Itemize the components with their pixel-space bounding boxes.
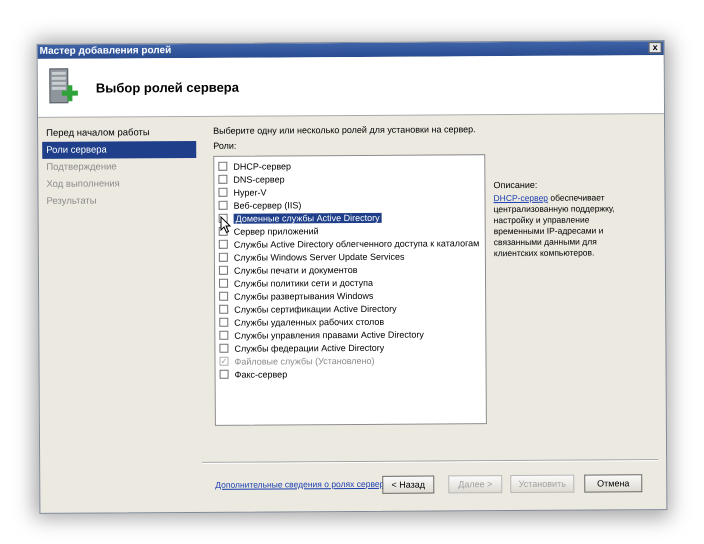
role-checkbox[interactable] — [218, 161, 228, 171]
server-add-icon — [49, 68, 78, 104]
role-checkbox[interactable] — [219, 304, 229, 314]
nav-step-before-you-begin[interactable]: Перед началом работы — [42, 124, 196, 142]
description-label: Описание: — [493, 179, 538, 191]
role-item-file-services: ✓ Файловые службы (Установлено) — [219, 355, 375, 369]
window-title: Мастер добавления ролей — [39, 45, 172, 57]
role-checkbox[interactable] — [218, 187, 228, 197]
role-item-wsus[interactable]: Службы Windows Server Update Services — [218, 251, 405, 265]
role-item-dhcp[interactable]: DHCP-сервер — [218, 160, 291, 173]
role-label: Службы управления правами Active Directo… — [234, 329, 424, 341]
description-text: DHCP-сервер обеспечивает централизованну… — [493, 192, 633, 259]
role-checkbox-checked-disabled: ✓ — [219, 356, 229, 366]
role-label: Службы Active Directory облегченного дос… — [233, 238, 480, 250]
role-checkbox[interactable] — [219, 369, 229, 379]
nav-step-confirmation: Подтверждение — [46, 161, 117, 173]
role-label: DNS-сервер — [233, 174, 285, 185]
role-checkbox[interactable] — [218, 265, 228, 275]
role-label: Службы сертификации Active Directory — [234, 303, 397, 315]
instruction-text: Выберите одну или несколько ролей для ус… — [213, 124, 476, 136]
role-checkbox[interactable] — [219, 317, 229, 327]
role-checkbox[interactable] — [218, 174, 228, 184]
role-item-ad-ds[interactable]: Доменные службы Active Directory — [218, 212, 382, 226]
add-roles-wizard-window: Мастер добавления ролей x Выбор ролей се… — [36, 40, 668, 514]
role-item-nps[interactable]: Службы политики сети и доступа — [219, 277, 373, 291]
role-item-ad-lds[interactable]: Службы Active Directory облегченного дос… — [218, 237, 480, 252]
role-checkbox[interactable] — [218, 200, 228, 210]
cancel-button[interactable]: Отмена — [584, 474, 643, 493]
wizard-steps-nav: Перед началом работы Роли сервера Подтве… — [42, 124, 197, 210]
role-label-highlighted: Доменные службы Active Directory — [233, 212, 382, 224]
role-item-print[interactable]: Службы печати и документов — [218, 264, 358, 278]
wizard-header: Выбор ролей сервера — [37, 55, 665, 118]
role-label: Службы удаленных рабочих столов — [234, 316, 385, 328]
role-item-ad-cs[interactable]: Службы сертификации Active Directory — [219, 303, 397, 317]
role-label: Файловые службы (Установлено) — [234, 355, 375, 367]
role-item-iis[interactable]: Веб-сервер (IIS) — [218, 199, 302, 213]
button-divider — [202, 459, 659, 464]
role-label: Службы федерации Active Directory — [234, 342, 385, 354]
roles-list[interactable]: DHCP-сервер DNS-сервер Hyper-V Веб-серве… — [213, 154, 487, 426]
install-button: Установить — [510, 474, 575, 494]
description-link[interactable]: DHCP-сервер — [493, 193, 548, 203]
role-item-hyper-v[interactable]: Hyper-V — [218, 187, 267, 200]
role-checkbox[interactable] — [219, 343, 229, 353]
role-item-dns[interactable]: DNS-сервер — [218, 173, 285, 186]
roles-content: Выберите одну или несколько ролей для ус… — [213, 123, 665, 490]
mouse-cursor-icon — [220, 216, 232, 234]
role-label: Службы Windows Server Update Services — [233, 251, 405, 263]
role-label: Веб-сервер (IIS) — [233, 200, 302, 211]
role-label: Сервер приложений — [233, 226, 319, 237]
role-label: Службы печати и документов — [233, 264, 358, 276]
role-checkbox[interactable] — [219, 330, 229, 340]
role-label: DHCP-сервер — [233, 161, 292, 172]
role-item-fax[interactable]: Факс-сервер — [219, 368, 288, 381]
role-item-ad-rms[interactable]: Службы управления правами Active Directo… — [219, 329, 424, 343]
roles-label: Роли: — [213, 140, 237, 151]
role-checkbox[interactable] — [219, 291, 229, 301]
more-info-link[interactable]: Дополнительные сведения о ролях сервера — [215, 479, 389, 490]
next-button: Далее > — [448, 475, 503, 494]
role-item-ad-fs[interactable]: Службы федерации Active Directory — [219, 342, 384, 356]
role-item-rds[interactable]: Службы удаленных рабочих столов — [219, 316, 384, 330]
close-button[interactable]: x — [648, 42, 662, 54]
nav-step-results: Результаты — [46, 195, 97, 207]
role-label: Hyper-V — [233, 187, 267, 198]
role-label: Службы политики сети и доступа — [234, 277, 373, 289]
role-item-wds[interactable]: Службы развертывания Windows — [219, 290, 373, 304]
role-checkbox[interactable] — [218, 239, 228, 249]
role-checkbox[interactable] — [219, 278, 229, 288]
role-item-app-server[interactable]: Сервер приложений — [218, 225, 319, 239]
nav-step-progress: Ход выполнения — [46, 178, 120, 190]
role-label: Службы развертывания Windows — [234, 290, 374, 302]
role-checkbox[interactable] — [218, 252, 228, 262]
back-button[interactable]: < Назад — [382, 475, 435, 494]
nav-step-server-roles[interactable]: Роли сервера — [42, 140, 197, 159]
page-title: Выбор ролей сервера — [95, 79, 240, 96]
role-label: Факс-сервер — [234, 369, 288, 380]
